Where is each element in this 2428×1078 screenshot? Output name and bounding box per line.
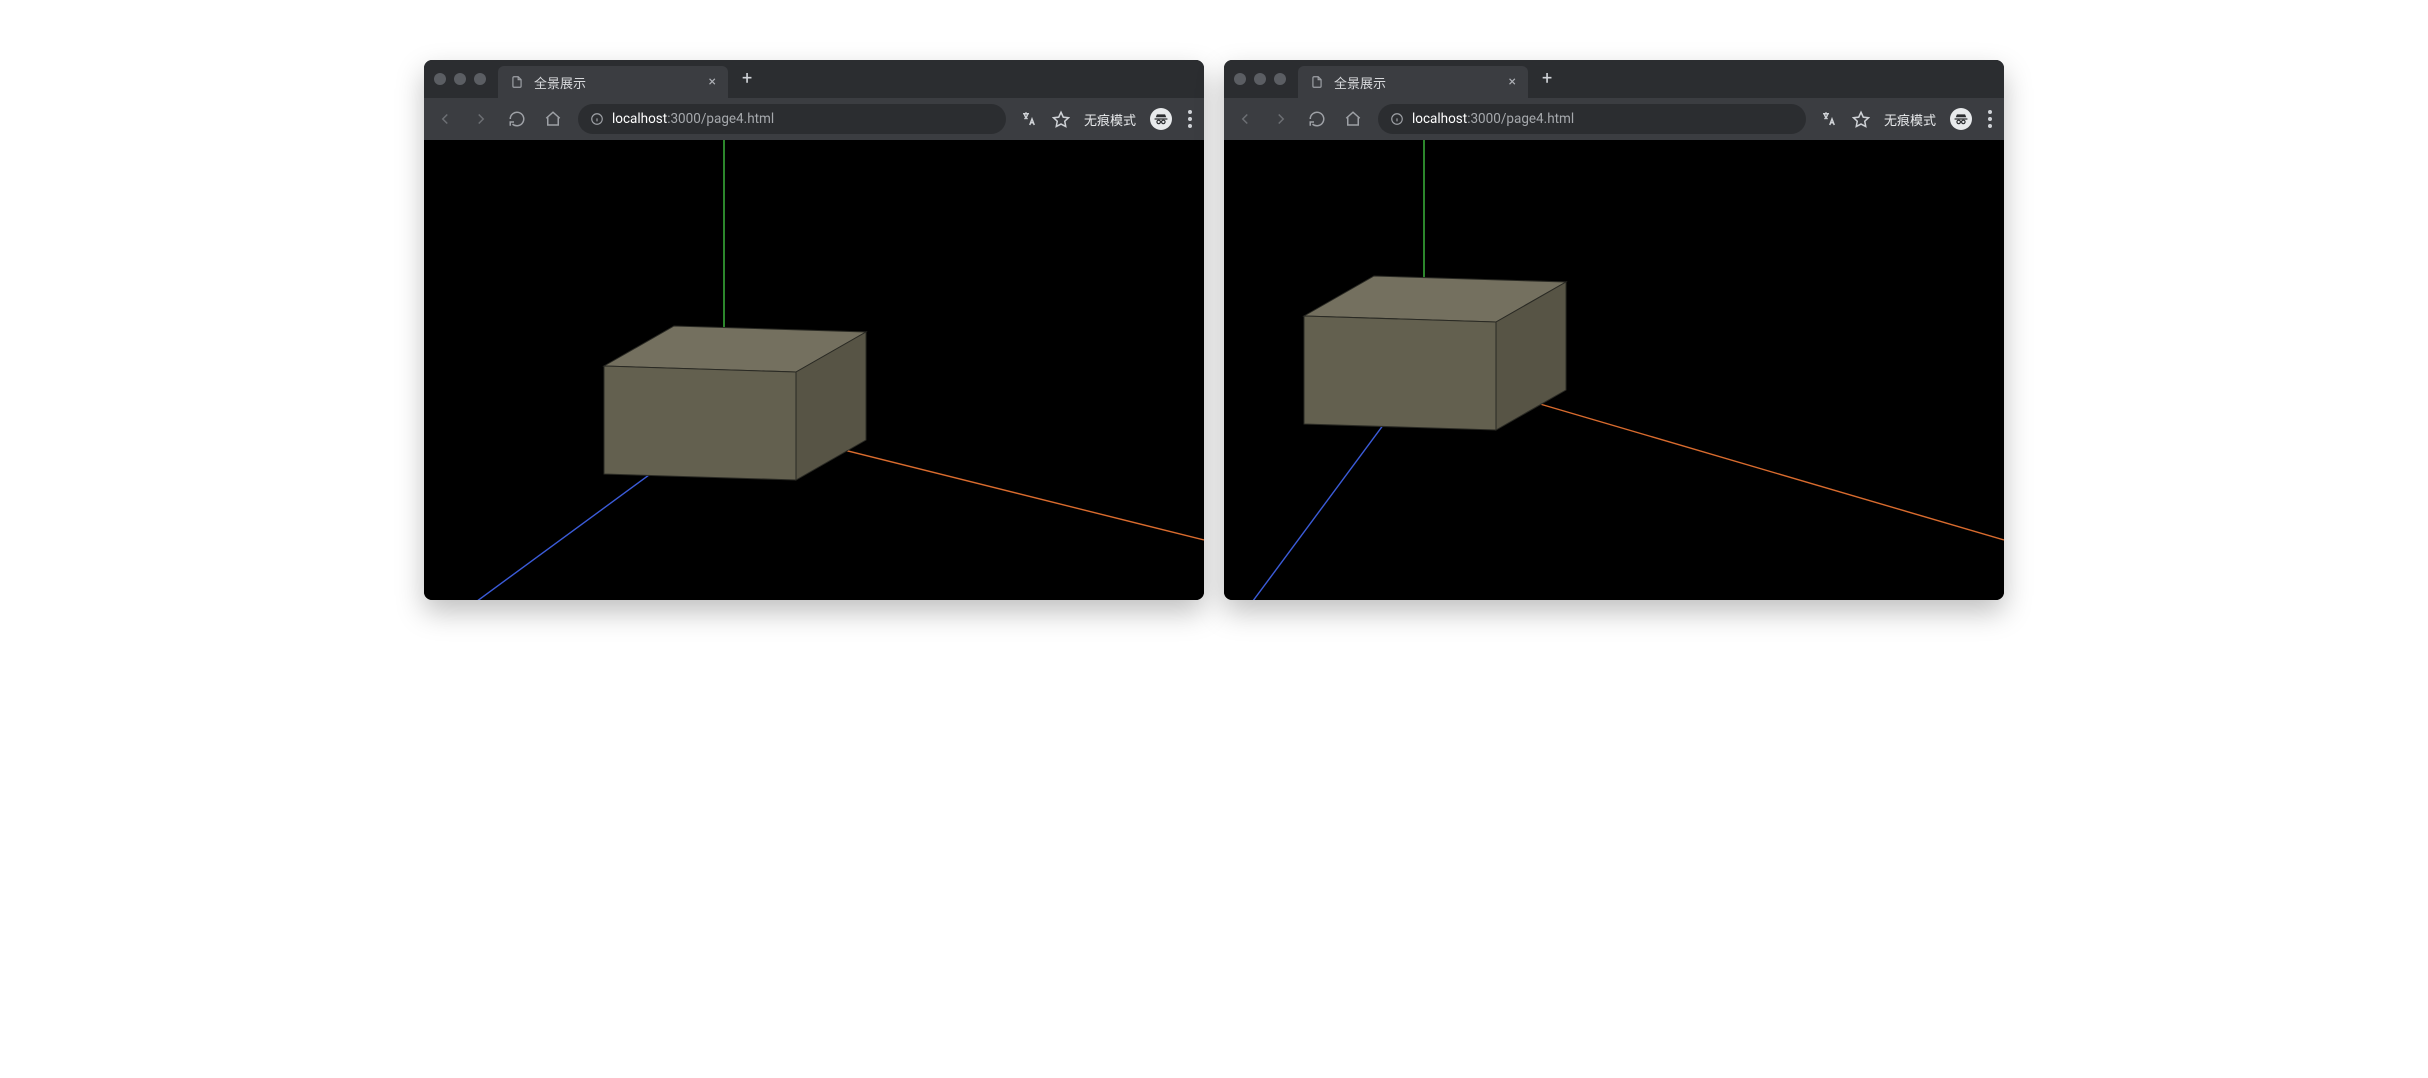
titlebar: 全景展示 × + (1224, 60, 2004, 98)
address-host: localhost (612, 111, 667, 127)
menu-button[interactable] (1986, 110, 1994, 128)
bookmark-star-icon[interactable] (1852, 110, 1870, 128)
bookmark-star-icon[interactable] (1052, 110, 1070, 128)
menu-button[interactable] (1186, 110, 1194, 128)
browser-tab[interactable]: 全景展示 × (1298, 66, 1528, 98)
traffic-lights (434, 73, 486, 85)
browser-tab[interactable]: 全景展示 × (498, 66, 728, 98)
toolbar-right: 无痕模式 (1820, 108, 1994, 130)
maximize-window-button[interactable] (1274, 73, 1286, 85)
page-icon (510, 75, 524, 89)
browser-window: 全景展示 × + localhost:3000/page4.html (1224, 60, 2004, 600)
close-tab-button[interactable]: × (1509, 75, 1516, 89)
toolbar-right: 无痕模式 (1020, 108, 1194, 130)
minimize-window-button[interactable] (454, 73, 466, 85)
incognito-icon (1950, 108, 1972, 130)
incognito-label: 无痕模式 (1084, 110, 1136, 129)
maximize-window-button[interactable] (474, 73, 486, 85)
tab-title: 全景展示 (1334, 73, 1499, 92)
close-window-button[interactable] (434, 73, 446, 85)
new-tab-button[interactable]: + (734, 66, 760, 92)
reload-button[interactable] (506, 108, 528, 130)
scene-3d (424, 140, 1204, 600)
page-icon (1310, 75, 1324, 89)
address-path: /page4.html (701, 111, 774, 127)
toolbar: localhost:3000/page4.html 无痕模式 (1224, 98, 2004, 140)
forward-button[interactable] (470, 108, 492, 130)
home-button[interactable] (542, 108, 564, 130)
close-tab-button[interactable]: × (709, 75, 716, 89)
address-text: localhost:3000/page4.html (612, 111, 774, 127)
box-mesh (1304, 276, 1566, 430)
forward-button[interactable] (1270, 108, 1292, 130)
minimize-window-button[interactable] (1254, 73, 1266, 85)
address-path: /page4.html (1501, 111, 1574, 127)
address-text: localhost:3000/page4.html (1412, 111, 1574, 127)
back-button[interactable] (434, 108, 456, 130)
translate-icon[interactable] (1020, 110, 1038, 128)
scene-3d (1224, 140, 2004, 600)
back-button[interactable] (1234, 108, 1256, 130)
traffic-lights (1234, 73, 1286, 85)
home-button[interactable] (1342, 108, 1364, 130)
address-port: :3000 (1467, 111, 1501, 127)
address-bar[interactable]: localhost:3000/page4.html (1378, 104, 1806, 134)
webgl-viewport[interactable] (424, 140, 1204, 600)
webgl-viewport[interactable] (1224, 140, 2004, 600)
tab-title: 全景展示 (534, 73, 699, 92)
toolbar: localhost:3000/page4.html 无痕模式 (424, 98, 1204, 140)
address-host: localhost (1412, 111, 1467, 127)
reload-button[interactable] (1306, 108, 1328, 130)
site-info-icon[interactable] (590, 112, 604, 126)
close-window-button[interactable] (1234, 73, 1246, 85)
address-port: :3000 (667, 111, 701, 127)
translate-icon[interactable] (1820, 110, 1838, 128)
box-mesh (604, 326, 866, 480)
address-bar[interactable]: localhost:3000/page4.html (578, 104, 1006, 134)
site-info-icon[interactable] (1390, 112, 1404, 126)
box-face-front (604, 366, 796, 480)
incognito-label: 无痕模式 (1884, 110, 1936, 129)
new-tab-button[interactable]: + (1534, 66, 1560, 92)
browser-window: 全景展示 × + localhost:3000/page4.html (424, 60, 1204, 600)
box-face-front (1304, 316, 1496, 430)
titlebar: 全景展示 × + (424, 60, 1204, 98)
incognito-icon (1150, 108, 1172, 130)
